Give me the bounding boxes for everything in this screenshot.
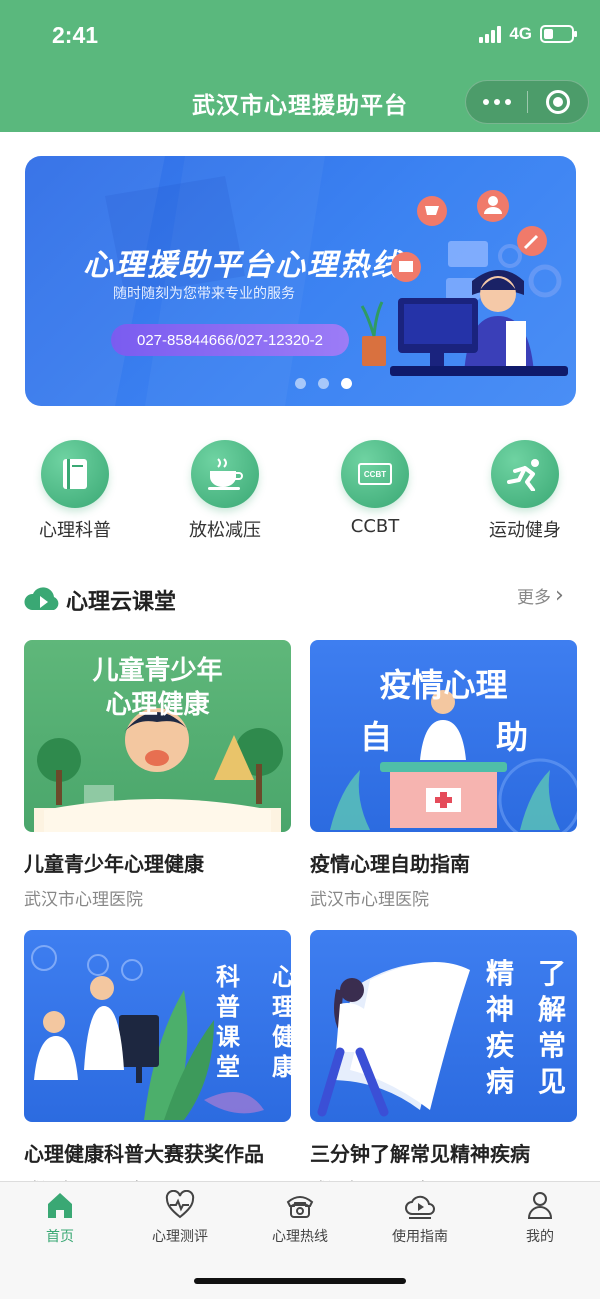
course-title: 三分钟了解常见精神疾病 <box>310 1142 530 1166</box>
card-image-column: 心理健康 <box>272 963 291 1081</box>
course-card[interactable]: 了解常见 精神疾病 三分钟了解常见精神疾病 武汉市心理医院 <box>310 930 577 1200</box>
home-icon <box>48 1193 72 1218</box>
banner-subtitle: 随时随刻为您带来专业的服务 <box>113 286 295 302</box>
section-title: 心理云课堂 <box>66 590 177 615</box>
signal-icon <box>479 25 502 43</box>
tab-label: 心理热线 <box>272 1229 328 1245</box>
telephone-icon <box>286 1196 314 1218</box>
tab-assessment[interactable]: 心理测评 <box>120 1190 240 1246</box>
ccbt-badge: CCBT <box>358 463 392 485</box>
more-link[interactable]: 更多 › <box>517 583 564 608</box>
close-target-icon[interactable] <box>528 80 588 124</box>
coffee-cup-icon <box>191 440 259 508</box>
course-title: 心理健康科普大赛获奖作品 <box>24 1142 264 1166</box>
course-title: 儿童青少年心理健康 <box>24 852 204 876</box>
course-card-image: 心理健康 科普课堂 <box>24 930 291 1122</box>
play-cloud-icon <box>405 1195 435 1219</box>
customer-service-illustration <box>360 190 568 376</box>
banner-pagination <box>295 378 352 389</box>
pagination-dot[interactable] <box>295 378 306 389</box>
more-menu-icon[interactable] <box>466 80 527 124</box>
chevron-right-icon: › <box>555 582 564 608</box>
pagination-dot-active[interactable] <box>341 378 352 389</box>
card-image-side-left: 自 <box>360 718 393 756</box>
book-icon <box>41 440 109 508</box>
heart-pulse-icon <box>165 1190 195 1219</box>
quick-entry-label: 放松减压 <box>189 520 261 541</box>
battery-icon <box>540 25 577 43</box>
pagination-dot[interactable] <box>318 378 329 389</box>
quick-entry-label: CCBT <box>350 516 400 537</box>
course-source: 武汉市心理医院 <box>24 890 143 910</box>
tab-profile[interactable]: 我的 <box>480 1190 600 1246</box>
course-card-image: 儿童青少年 心理健康 <box>24 640 291 832</box>
quick-entry-relax[interactable]: 放松减压 <box>150 440 300 542</box>
tab-home[interactable]: 首页 <box>0 1190 120 1246</box>
tab-guide[interactable]: 使用指南 <box>360 1190 480 1246</box>
ccbt-tag-icon: CCBT <box>341 440 409 508</box>
card-image-line: 心理健康 <box>105 690 210 720</box>
course-card-image: 了解常见 精神疾病 <box>310 930 577 1122</box>
quick-entry-ccbt[interactable]: CCBT CCBT <box>300 440 450 537</box>
header-bar: 2:41 4G 武汉市心理援助平台 <box>0 0 600 132</box>
quick-entry-science[interactable]: 心理科普 <box>0 440 150 542</box>
cloud-play-icon <box>24 587 59 610</box>
network-label: 4G <box>509 24 532 43</box>
tab-hotline[interactable]: 心理热线 <box>240 1190 360 1246</box>
quick-entry-label: 运动健身 <box>489 520 561 541</box>
quick-entry-label: 心理科普 <box>39 520 111 541</box>
course-source: 武汉市心理医院 <box>310 890 429 910</box>
running-icon <box>491 440 559 508</box>
card-image-side-right: 助 <box>496 718 529 756</box>
status-time: 2:41 <box>52 22 99 48</box>
banner-title: 心理援助平台心理热线 <box>83 248 403 283</box>
status-indicators: 4G <box>479 24 577 44</box>
tab-label: 使用指南 <box>392 1229 448 1245</box>
course-card[interactable]: 儿童青少年 心理健康 儿童青少年心理健康 武汉市心理医院 <box>24 640 291 910</box>
course-title: 疫情心理自助指南 <box>310 852 470 876</box>
more-label: 更多 <box>517 588 551 608</box>
card-image-column: 科普课堂 <box>216 963 240 1081</box>
course-card-image: 疫情心理 自 助 <box>310 640 577 832</box>
card-image-title: 儿童青少年 心理健康 <box>24 654 291 722</box>
home-indicator <box>194 1278 406 1284</box>
tab-label: 首页 <box>46 1229 74 1245</box>
card-image-line: 儿童青少年 <box>92 656 223 686</box>
course-card[interactable]: 疫情心理 自 助 疫情心理自助指南 武汉市心理医院 <box>310 640 577 910</box>
user-icon <box>527 1192 553 1219</box>
quick-entry-grid: 心理科普 放松减压 CCBT CCBT 运动健身 <box>0 440 600 550</box>
tab-label: 我的 <box>526 1229 554 1245</box>
banner-phone[interactable]: 027-85844666/027-12320-2 <box>111 324 349 356</box>
course-card[interactable]: 心理健康 科普课堂 心理健康科普大赛获奖作品 武汉市心理医院 <box>24 930 291 1200</box>
mini-program-capsule <box>465 80 589 124</box>
quick-entry-exercise[interactable]: 运动健身 <box>450 440 600 542</box>
card-image-column: 了解常见 <box>537 957 566 1098</box>
card-image-column: 精神疾病 <box>485 957 514 1098</box>
hotline-banner[interactable]: 心理援助平台心理热线 随时随刻为您带来专业的服务 027-85844666/02… <box>25 156 576 406</box>
tab-label: 心理测评 <box>152 1229 208 1245</box>
card-image-title: 疫情心理 <box>379 666 508 704</box>
